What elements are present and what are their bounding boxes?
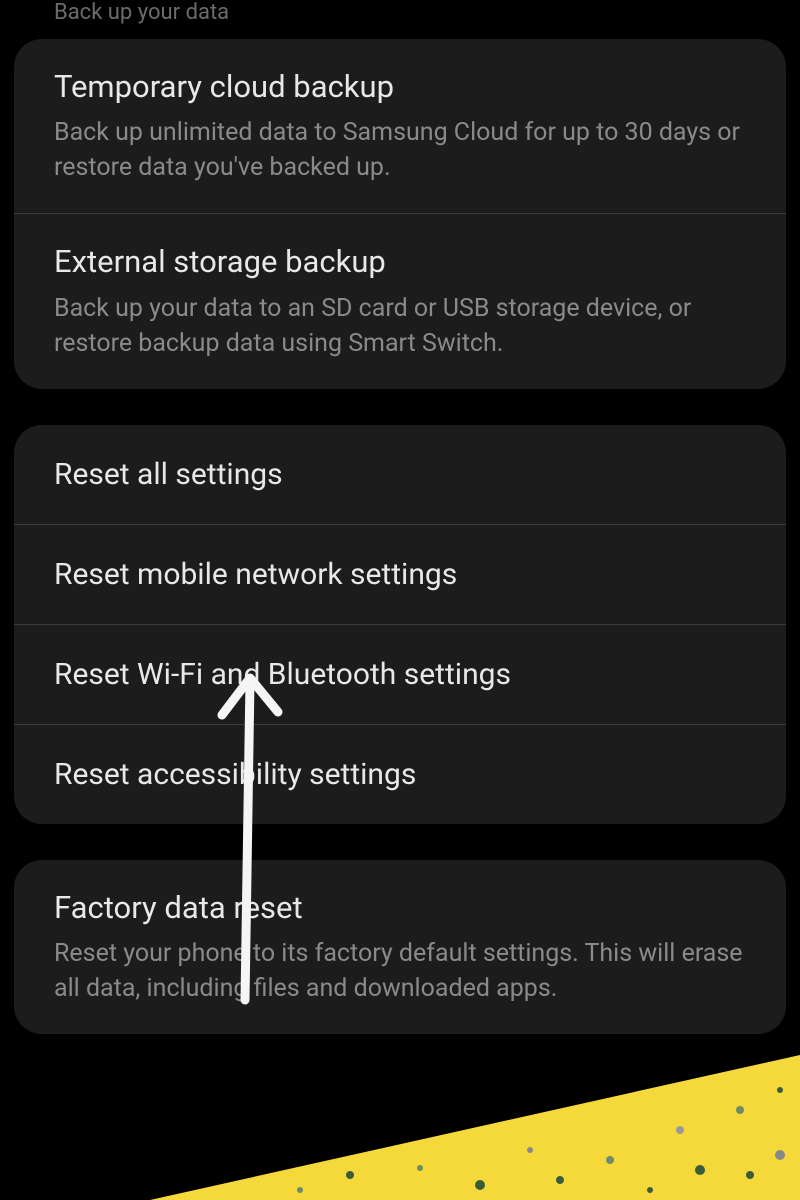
item-desc: Back up unlimited data to Samsung Cloud … [54,115,746,185]
external-storage-backup[interactable]: External storage backup Back up your dat… [14,214,786,388]
reset-wifi-bluetooth-settings[interactable]: Reset Wi-Fi and Bluetooth settings [14,625,786,725]
backup-card: Temporary cloud backup Back up unlimited… [14,39,786,389]
item-desc: Back up your data to an SD card or USB s… [54,291,746,361]
reset-accessibility-settings[interactable]: Reset accessibility settings [14,725,786,824]
reset-mobile-network-settings[interactable]: Reset mobile network settings [14,525,786,625]
temporary-cloud-backup[interactable]: Temporary cloud backup Back up unlimited… [14,39,786,214]
item-title: Reset accessibility settings [54,755,746,794]
factory-reset-card: Factory data reset Reset your phone to i… [14,860,786,1034]
section-header: Back up your data [14,0,786,39]
item-title: Temporary cloud backup [54,67,746,107]
item-title: Reset all settings [54,455,746,494]
item-title: Factory data reset [54,888,746,928]
item-title: Reset Wi-Fi and Bluetooth settings [54,655,746,694]
factory-data-reset[interactable]: Factory data reset Reset your phone to i… [14,860,786,1034]
item-title: Reset mobile network settings [54,555,746,594]
reset-all-settings[interactable]: Reset all settings [14,425,786,525]
item-desc: Reset your phone to its factory default … [54,936,746,1006]
reset-card: Reset all settings Reset mobile network … [14,425,786,824]
item-title: External storage backup [54,242,746,282]
